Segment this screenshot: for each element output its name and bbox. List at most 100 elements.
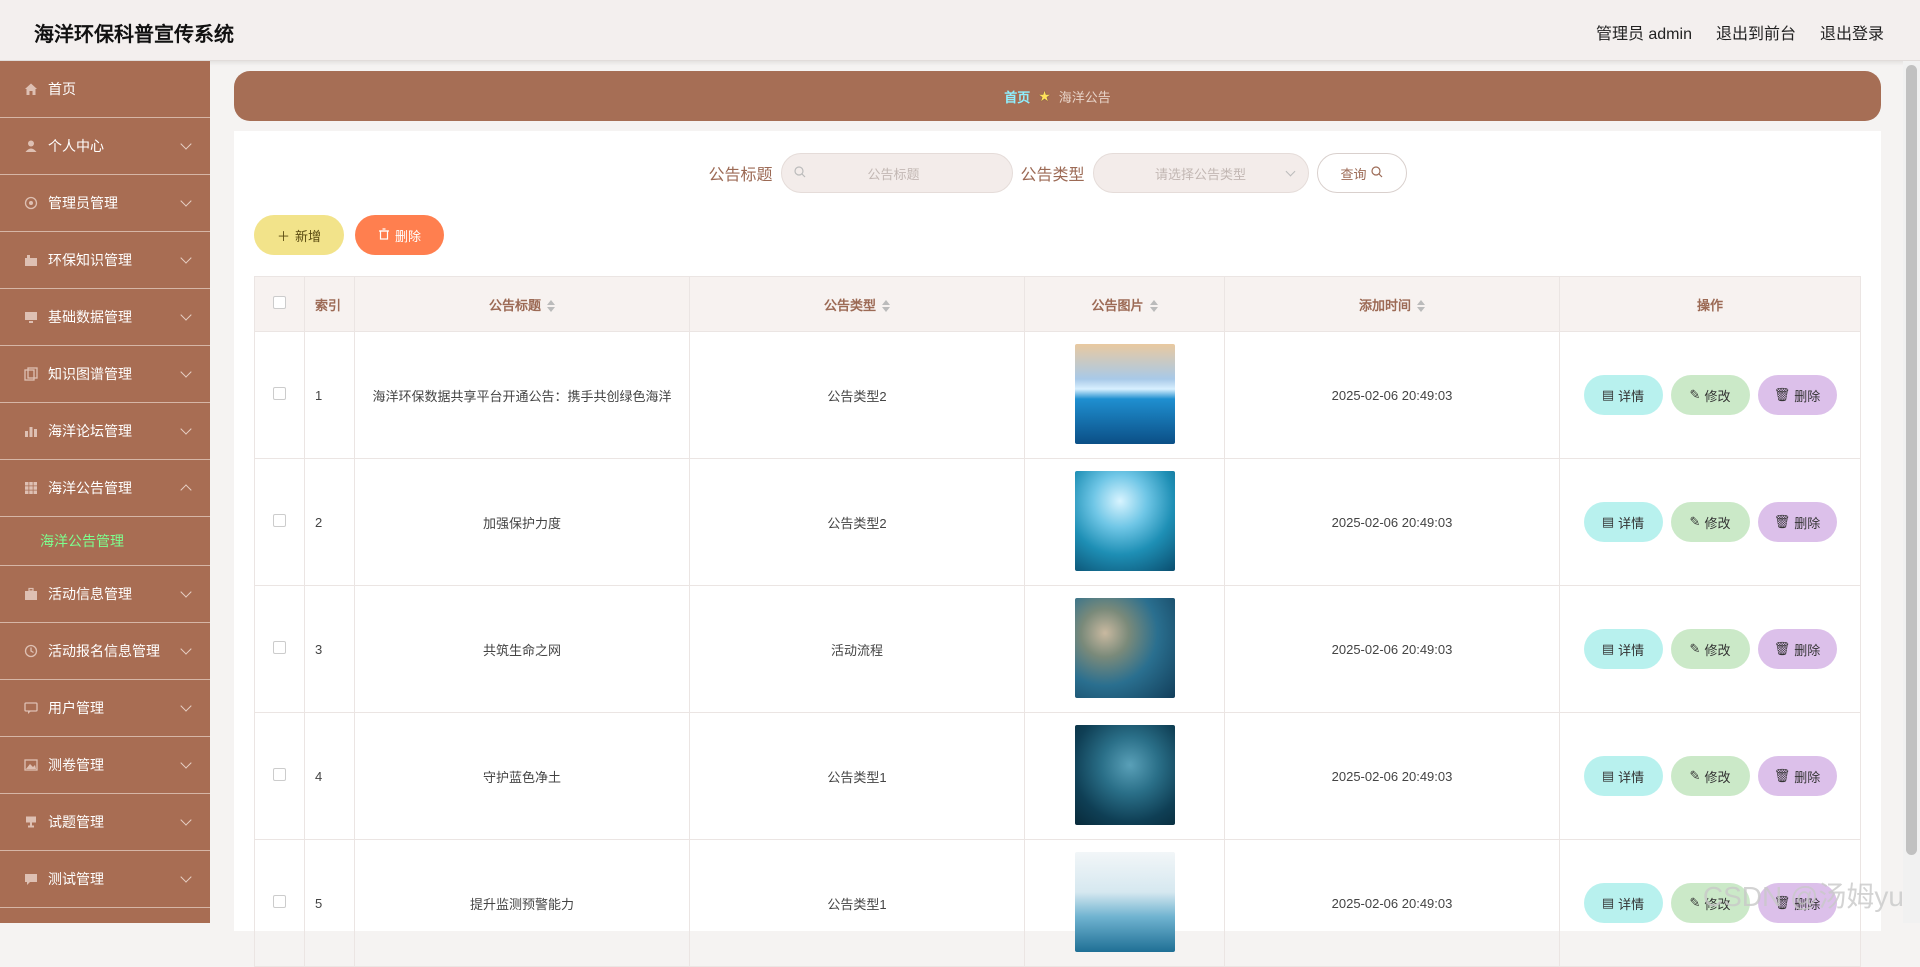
sidebar-item-basic-data[interactable]: 基础数据管理: [0, 289, 210, 346]
document-icon: ▤: [1602, 895, 1614, 911]
edit-button[interactable]: ✎修改: [1671, 375, 1750, 415]
row-type: 公告类型2: [690, 459, 1025, 586]
pencil-icon: ✎: [1690, 514, 1701, 530]
column-header-title[interactable]: 公告标题: [355, 277, 690, 332]
detail-button[interactable]: ▤详情: [1584, 756, 1663, 796]
sort-icon[interactable]: [1150, 300, 1158, 312]
sidebar-item-user-management[interactable]: 用户管理: [0, 680, 210, 737]
sidebar-item-admin-management[interactable]: 管理员管理: [0, 175, 210, 232]
row-checkbox[interactable]: [273, 768, 286, 781]
detail-button[interactable]: ▤详情: [1584, 502, 1663, 542]
title-search-input[interactable]: 公告标题: [781, 153, 1013, 193]
copy-icon: [22, 365, 40, 383]
plus-icon: ＋: [277, 226, 290, 245]
type-select[interactable]: 请选择公告类型: [1093, 153, 1309, 193]
row-checkbox[interactable]: [273, 641, 286, 654]
delete-button[interactable]: 🗑删除: [1758, 629, 1837, 669]
delete-button[interactable]: 🗑删除: [1758, 502, 1837, 542]
row-image-cell: [1025, 459, 1225, 586]
add-button[interactable]: ＋ 新增: [254, 215, 344, 255]
detail-button-label: 详情: [1618, 513, 1644, 532]
table-row: 3 共筑生命之网 活动流程 2025-02-06 20:49:03 ▤详情 ✎修…: [255, 586, 1861, 713]
sidebar-item-test-management[interactable]: 测试管理: [0, 851, 210, 908]
batch-delete-button[interactable]: 删除: [355, 215, 444, 255]
column-header-type[interactable]: 公告类型: [690, 277, 1025, 332]
row-type: 活动流程: [690, 586, 1025, 713]
row-checkbox[interactable]: [273, 387, 286, 400]
table-row: 2 加强保护力度 公告类型2 2025-02-06 20:49:03 ▤详情 ✎…: [255, 459, 1861, 586]
sidebar-item-home[interactable]: 首页: [0, 61, 210, 118]
chevron-down-icon: [180, 138, 191, 149]
row-time: 2025-02-06 20:49:03: [1225, 840, 1560, 967]
detail-button[interactable]: ▤详情: [1584, 629, 1663, 669]
top-links: 管理员 admin 退出到前台 退出登录: [1596, 20, 1884, 44]
type-select-placeholder: 请选择公告类型: [1155, 164, 1246, 183]
edit-button[interactable]: ✎修改: [1671, 756, 1750, 796]
back-to-frontend-link[interactable]: 退出到前台: [1716, 20, 1796, 44]
chevron-up-icon: [180, 484, 191, 495]
logout-link[interactable]: 退出登录: [1820, 20, 1884, 44]
sidebar-item-label: 海洋论坛管理: [48, 421, 132, 441]
row-checkbox[interactable]: [273, 895, 286, 908]
row-type: 公告类型1: [690, 713, 1025, 840]
type-search-label: 公告类型: [1021, 161, 1085, 185]
row-time: 2025-02-06 20:49:03: [1225, 459, 1560, 586]
trash-icon: [378, 228, 390, 243]
sidebar-item-paper-management[interactable]: 测卷管理: [0, 737, 210, 794]
row-ops: ▤详情 ✎修改 🗑删除: [1560, 586, 1861, 713]
edit-button-label: 修改: [1704, 513, 1730, 532]
notice-thumbnail[interactable]: [1075, 344, 1175, 444]
row-time: 2025-02-06 20:49:03: [1225, 332, 1560, 459]
detail-button[interactable]: ▤详情: [1584, 883, 1663, 923]
row-ops: ▤详情 ✎修改 🗑删除: [1560, 713, 1861, 840]
column-header-time[interactable]: 添加时间: [1225, 277, 1560, 332]
notice-thumbnail[interactable]: [1075, 598, 1175, 698]
chevron-down-icon: [180, 643, 191, 654]
title-search-placeholder: 公告标题: [806, 164, 1012, 183]
notice-thumbnail[interactable]: [1075, 471, 1175, 571]
sidebar-subitem-ocean-notice[interactable]: 海洋公告管理: [0, 517, 210, 566]
column-header-image[interactable]: 公告图片: [1025, 277, 1225, 332]
notice-thumbnail[interactable]: [1075, 852, 1175, 952]
chevron-down-icon: [180, 195, 191, 206]
sort-icon[interactable]: [882, 300, 890, 312]
row-select-cell: [255, 586, 305, 713]
edit-button[interactable]: ✎修改: [1671, 502, 1750, 542]
scrollbar-thumb[interactable]: [1906, 65, 1917, 855]
detail-button-label: 详情: [1618, 640, 1644, 659]
app-title: 海洋环保科普宣传系统: [34, 18, 234, 47]
notice-thumbnail[interactable]: [1075, 725, 1175, 825]
picture-icon: [22, 756, 40, 774]
sidebar-item-knowledge-graph[interactable]: 知识图谱管理: [0, 346, 210, 403]
sidebar-item-personal-center[interactable]: 个人中心: [0, 118, 210, 175]
sidebar-item-label: 海洋公告管理: [48, 478, 132, 498]
row-ops: ▤详情 ✎修改 🗑删除: [1560, 332, 1861, 459]
edit-button[interactable]: ✎修改: [1671, 629, 1750, 669]
trash-icon: 🗑: [1774, 514, 1791, 530]
trash-icon: 🗑: [1774, 641, 1791, 657]
delete-button[interactable]: 🗑删除: [1758, 375, 1837, 415]
chevron-down-icon: [180, 700, 191, 711]
sort-icon[interactable]: [547, 300, 555, 312]
sidebar-item-eco-knowledge[interactable]: 环保知识管理: [0, 232, 210, 289]
sidebar-item-activity-info[interactable]: 活动信息管理: [0, 566, 210, 623]
detail-button[interactable]: ▤详情: [1584, 375, 1663, 415]
sidebar-item-ocean-notice[interactable]: 海洋公告管理: [0, 460, 210, 517]
briefcase-icon: [22, 585, 40, 603]
sidebar-item-label: 基础数据管理: [48, 307, 132, 327]
sort-icon[interactable]: [1417, 300, 1425, 312]
admin-user-link[interactable]: 管理员 admin: [1596, 20, 1692, 44]
sidebar-item-label: 知识图谱管理: [48, 364, 132, 384]
cup-icon: [22, 813, 40, 831]
sidebar-item-ocean-forum[interactable]: 海洋论坛管理: [0, 403, 210, 460]
sidebar-item-question-management[interactable]: 试题管理: [0, 794, 210, 851]
chevron-down-icon: [180, 586, 191, 597]
delete-button[interactable]: 🗑删除: [1758, 756, 1837, 796]
sidebar-item-activity-signup[interactable]: 活动报名信息管理: [0, 623, 210, 680]
detail-button-label: 详情: [1618, 386, 1644, 405]
row-checkbox[interactable]: [273, 514, 286, 527]
query-button[interactable]: 查询: [1317, 153, 1407, 193]
column-header-ops: 操作: [1560, 277, 1861, 332]
select-all-checkbox[interactable]: [273, 296, 286, 309]
breadcrumb-home[interactable]: 首页: [1004, 87, 1030, 106]
